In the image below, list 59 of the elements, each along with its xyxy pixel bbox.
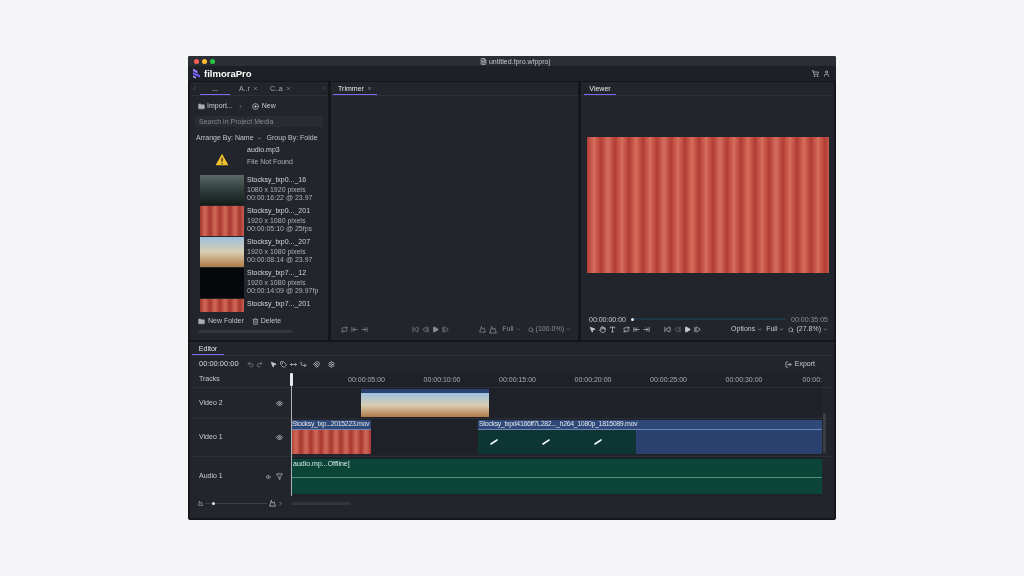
window-minimize-button[interactable]: [202, 58, 207, 64]
light-streak-icon: [593, 439, 602, 445]
cart-icon[interactable]: [812, 70, 819, 77]
app-logo: filmoraPro: [204, 68, 252, 79]
window-zoom-button[interactable]: [210, 58, 215, 64]
photo-placeholder: [291, 430, 332, 454]
export-icon[interactable]: [784, 360, 792, 368]
caret-icon[interactable]: [256, 136, 262, 141]
mountain-icon[interactable]: [269, 500, 276, 507]
trash-icon[interactable]: [251, 317, 259, 325]
undo-icon[interactable]: [247, 360, 254, 368]
caret-icon[interactable]: [823, 327, 828, 332]
pointer-icon[interactable]: [270, 360, 277, 368]
trim-icon[interactable]: [290, 360, 297, 368]
folder-icon[interactable]: [198, 317, 205, 325]
vertical-scrollbar[interactable]: [823, 413, 826, 453]
arrow-bar-left-icon[interactable]: [633, 326, 640, 333]
eye-icon[interactable]: [276, 399, 283, 407]
document-icon: [479, 57, 487, 65]
caret-icon[interactable]: [757, 327, 763, 332]
logo-icon: [192, 68, 201, 79]
settings-icon[interactable]: [328, 360, 335, 368]
tag-icon[interactable]: [280, 360, 287, 368]
slider-thumb[interactable]: [212, 502, 216, 505]
caret-icon[interactable]: [779, 327, 785, 332]
window-close-button[interactable]: [194, 58, 199, 64]
funnel-icon[interactable]: [276, 473, 283, 480]
text-tool-icon[interactable]: [609, 326, 616, 333]
playhead[interactable]: [290, 373, 293, 496]
photo-placeholder: [446, 393, 490, 417]
photo-placeholder: [331, 430, 372, 454]
warning-icon: [215, 152, 229, 166]
hand-icon[interactable]: [599, 326, 606, 333]
corner-arrow-icon[interactable]: [300, 360, 307, 368]
loop-icon[interactable]: [623, 326, 630, 333]
arrow-bar-right-icon[interactable]: [643, 326, 650, 333]
speaker-icon[interactable]: [266, 473, 272, 480]
add-icon[interactable]: [251, 102, 259, 110]
mountain-icon[interactable]: [198, 501, 203, 506]
eye-icon[interactable]: [276, 433, 283, 441]
play-icon[interactable]: [684, 326, 691, 333]
user-icon[interactable]: [823, 70, 830, 77]
close-icon[interactable]: [285, 85, 291, 91]
search-icon[interactable]: [788, 326, 795, 333]
close-icon[interactable]: [252, 85, 258, 91]
photo-placeholder[interactable]: [200, 175, 244, 205]
slider-thumb[interactable]: [631, 317, 634, 321]
redo-icon[interactable]: [256, 360, 263, 368]
pointer-icon[interactable]: [589, 326, 596, 333]
photo-placeholder[interactable]: [200, 237, 244, 267]
folder-icon[interactable]: [198, 102, 205, 110]
photo-placeholder: [361, 393, 404, 417]
light-streak-icon: [541, 439, 550, 445]
chevron-right-icon[interactable]: [278, 501, 283, 506]
video-clip[interactable]: [361, 389, 490, 417]
skip-back-icon[interactable]: [664, 326, 671, 333]
magnet-icon[interactable]: [313, 360, 320, 368]
step-forward-icon[interactable]: [694, 326, 701, 333]
light-streak-icon: [489, 439, 498, 445]
